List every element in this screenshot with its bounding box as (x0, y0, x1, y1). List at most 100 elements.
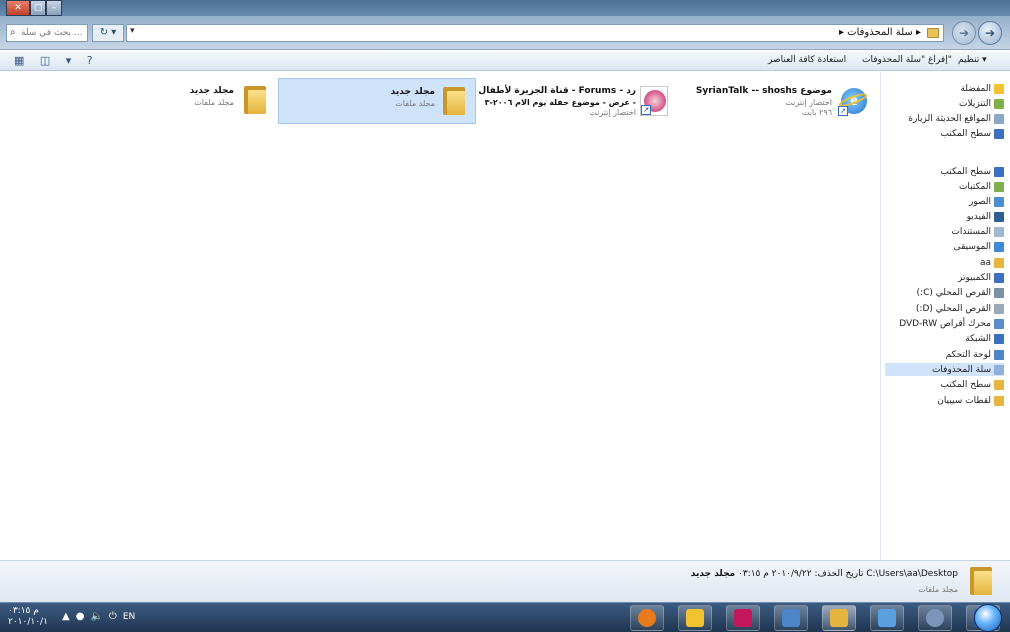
taskbar-button[interactable] (726, 605, 760, 631)
nav-item-desktop-folder[interactable]: سطح المكتب (940, 378, 1004, 391)
nav-item-network[interactable]: الشبكة (965, 332, 1004, 345)
explorer-icon (830, 609, 848, 627)
title-bar: ✕ ▢ – (0, 0, 1010, 16)
organize-button[interactable]: تنظيم ▾ (958, 55, 987, 65)
taskbar-button[interactable] (678, 605, 712, 631)
item-type: اختصار إنترنت (589, 108, 636, 117)
item-name: موضوع SyrianTalk -- shoshs (695, 86, 832, 96)
address-bar[interactable]: ▾ ▸ سلة المحذوفات ▸ (126, 24, 944, 42)
navigation-pane: المفضلة التنزيلات المواقع الحديثة الزيار… (880, 72, 1010, 560)
documents-icon (994, 226, 1004, 237)
window-controls: ✕ ▢ – (6, 0, 62, 16)
recycle-bin-icon (994, 364, 1004, 375)
nav-item-desktop-fav[interactable]: سطح المكتب (940, 127, 1004, 140)
nav-item-music[interactable]: الموسيقى (954, 240, 1004, 253)
details-pane: تاريخ الحذف: ٢٠١٠/٩/٢٢ م ٠٣:١٥ مجلد جديد… (0, 560, 1010, 602)
list-item[interactable]: e ↗ موضوع SyrianTalk -- shoshs اختصار إن… (696, 78, 872, 124)
pink-shortcut-icon: ↗ (640, 86, 668, 116)
nav-item-recycle-bin[interactable]: سلة المحذوفات (885, 363, 1004, 376)
nav-item-drive-c[interactable]: القرص المحلي (C:) (917, 286, 1004, 299)
clock-time: م ٠٣:١٥ (8, 606, 39, 616)
downloads-icon (994, 98, 1004, 109)
nav-item-recent[interactable]: المواقع الحديثة الزيارة (908, 112, 1004, 125)
view-options-icon[interactable]: ▦ ◫ ▾ ? (14, 54, 99, 67)
ie-shortcut-icon: e ↗ (837, 86, 869, 116)
refresh-button[interactable]: ↻ ▾ (92, 24, 124, 42)
details-date: تاريخ الحذف: ٢٠١٠/٩/٢٢ م ٠٣:١٥ (738, 569, 864, 579)
navigation-buttons: ➔ ➔ (950, 21, 1006, 45)
nav-item-pictures[interactable]: الصور (969, 195, 1004, 208)
pictures-icon (994, 196, 1004, 207)
nav-item-control-panel[interactable]: لوحة التحكم (946, 348, 1004, 361)
address-row: ⌕ بحث في سلة ... ↻ ▾ ▾ ▸ سلة المحذوفات ▸… (0, 16, 1010, 50)
nav-item-documents[interactable]: المستندات (951, 225, 1004, 238)
nav-item-computer[interactable]: الكمبيوتر (958, 271, 1004, 284)
search-input[interactable]: ⌕ بحث في سلة ... (6, 24, 88, 42)
nav-item-user[interactable]: aa (980, 256, 1004, 269)
item-type: مجلد ملفات (395, 99, 435, 108)
taskbar-button[interactable] (774, 605, 808, 631)
network-icon (994, 333, 1004, 344)
desktop-icon (994, 128, 1004, 139)
recent-icon (994, 113, 1004, 124)
details-type: مجلد ملفات (918, 585, 958, 594)
control-panel-icon (994, 349, 1004, 360)
computer-icon (994, 272, 1004, 283)
volume-icon[interactable]: 🔈 (90, 611, 102, 622)
drive-d-icon (994, 303, 1004, 314)
nav-item-libraries[interactable]: المكتبات (959, 180, 1004, 193)
empty-recycle-bin-button[interactable]: إفراغ "سلة المحذوفات" (862, 55, 952, 65)
taskbar: م ٠٣:١٥ ٢٠١٠/١٠/١ ▲ ● 🔈 ⏻ EN (0, 602, 1010, 632)
folder-icon (443, 87, 465, 115)
item-type: مجلد ملفات (194, 98, 234, 107)
show-hidden-icons-icon[interactable]: ▲ (62, 611, 70, 622)
desktop-icon (994, 166, 1004, 177)
nav-item-downloads[interactable]: التنزيلات (959, 97, 1004, 110)
videos-icon (994, 211, 1004, 222)
nav-item-videos[interactable]: الفيديو (967, 210, 1004, 223)
messenger-icon (734, 609, 752, 627)
libraries-icon (994, 181, 1004, 192)
network-icon[interactable]: ● (76, 611, 85, 622)
minimize-button[interactable]: – (46, 0, 62, 16)
recycle-bin-icon (927, 28, 939, 38)
taskbar-button[interactable] (822, 605, 856, 631)
nav-item-screenshots[interactable]: لقطات سيبيان (937, 394, 1004, 407)
power-icon[interactable]: ⏻ (109, 611, 117, 622)
folder-icon (994, 395, 1004, 406)
item-name: مجلد جديد (390, 87, 435, 97)
taskbar-button[interactable] (630, 605, 664, 631)
nav-item-desktop[interactable]: سطح المكتب (940, 165, 1004, 178)
drive-c-icon (994, 287, 1004, 298)
search-icon: ⌕ (10, 27, 16, 38)
nav-item-drive-d[interactable]: القرص المحلي (D:) (916, 302, 1004, 315)
close-button[interactable]: ✕ (6, 0, 31, 16)
item-size: ٢٩٦ بايت (801, 108, 832, 117)
firefox-icon (638, 609, 656, 627)
file-list: e ↗ موضوع SyrianTalk -- shoshs اختصار إن… (0, 72, 880, 560)
back-button[interactable]: ➔ (978, 21, 1002, 45)
forward-button[interactable]: ➔ (952, 21, 976, 45)
details-path: C:\Users\aa\Desktop (866, 569, 958, 579)
folder-icon (994, 379, 1004, 390)
chevron-down-icon[interactable]: ▾ (130, 26, 135, 36)
item-name: رد - Forums - قناة الجزيرة لأطفال (478, 86, 636, 96)
nav-item-dvd[interactable]: محرك أقراص DVD-RW (899, 317, 1004, 330)
nav-item-favorites[interactable]: المفضلة (960, 82, 1004, 95)
taskbar-button[interactable] (870, 605, 904, 631)
list-item[interactable]: ↗ رد - Forums - قناة الجزيرة لأطفال - عر… (478, 78, 676, 124)
control-panel-icon (782, 609, 800, 627)
clock[interactable]: م ٠٣:١٥ ٢٠١٠/١٠/١ (8, 606, 48, 628)
taskbar-button[interactable] (918, 605, 952, 631)
item-name: مجلد جديد (189, 86, 234, 96)
list-item[interactable]: مجلد جديد مجلد ملفات (160, 78, 272, 124)
notepad-icon (878, 609, 896, 627)
details-name: تاريخ الحذف: ٢٠١٠/٩/٢٢ م ٠٣:١٥ مجلد جديد… (691, 569, 958, 579)
start-button[interactable] (974, 604, 1002, 632)
user-folder-icon (994, 257, 1004, 268)
breadcrumb[interactable]: ▸ سلة المحذوفات ▸ (839, 27, 921, 38)
restore-all-button[interactable]: استعادة كافة العناصر (768, 55, 846, 65)
language-indicator[interactable]: EN (123, 612, 135, 622)
maximize-button[interactable]: ▢ (30, 0, 47, 16)
list-item[interactable]: مجلد جديد مجلد ملفات (278, 78, 476, 124)
